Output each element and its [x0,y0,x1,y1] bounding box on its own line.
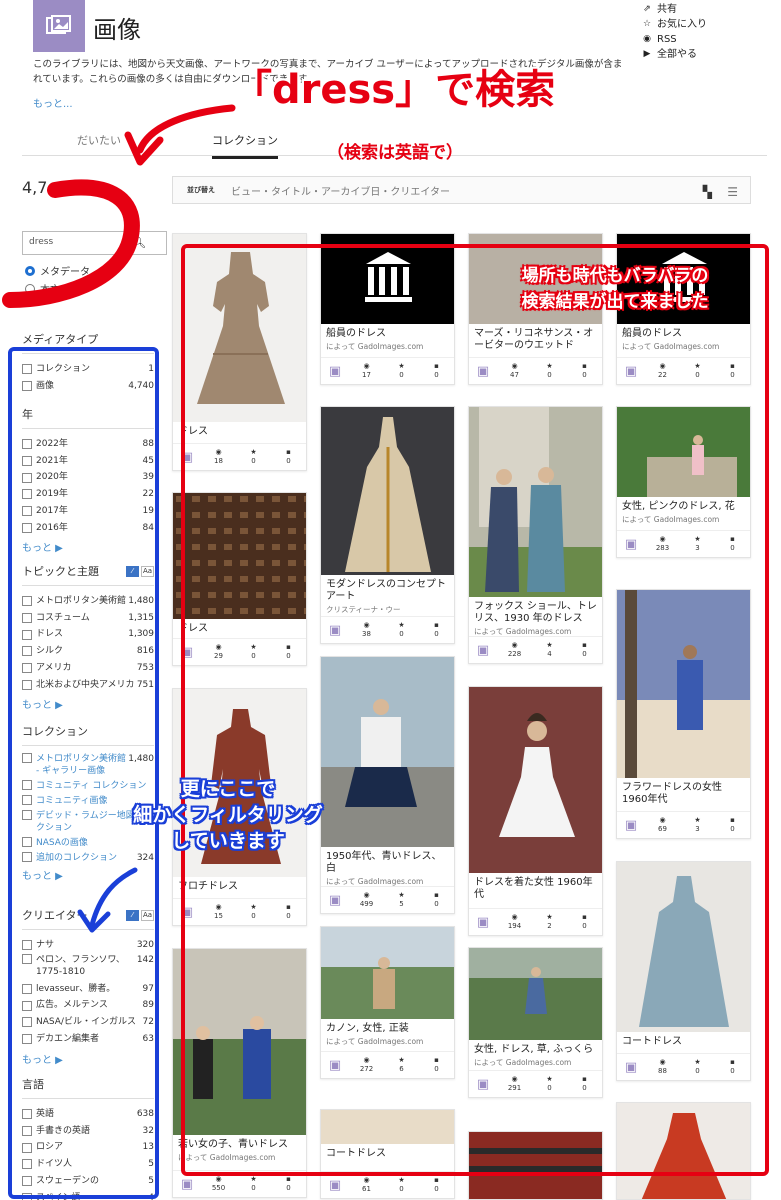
rss-action[interactable]: ◉ RSS [642,32,707,47]
sort-bar: 並び替え ビュー・タイトル・アーカイブ日・クリエイター ▚ ☰ [172,176,751,204]
collection-image-icon [33,0,85,52]
views-stat: ◉ 550 [211,1175,226,1192]
annotation-filter: 更にここで 細かくフィルタリング していきます [133,778,323,852]
share-action[interactable]: ⇗ 共有 [642,2,707,17]
filter-highlight-frame [8,347,159,1199]
rss-icon: ◉ [643,34,651,44]
favorites-stat: ★ 0 [398,1176,405,1193]
results-highlight-frame [181,244,769,1176]
play-icon: ▶ [643,49,651,59]
list-view-icon[interactable]: ☰ [727,185,738,199]
favorite-action[interactable]: ☆ お気に入り [642,17,707,32]
search-box: 🔍︎ [22,231,167,255]
radio-dot [25,265,35,276]
comment-icon: ▪ [434,1176,439,1184]
image-type-icon: ▣ [328,1177,342,1193]
search-icon[interactable]: 🔍︎ [132,236,146,249]
sort-label: 並び替え [187,186,215,194]
star-icon: ★ [250,1175,257,1183]
annotation-english: （検索は英語で） [327,143,463,163]
top-actions: ⇗ 共有 ☆ お気に入り ◉ RSS ▶ 全部やる [642,2,707,62]
play-all-action[interactable]: ▶ 全部やる [642,47,707,62]
share-icon: ⇗ [643,4,651,14]
annotation-results: 場所も時代もバラバラの 検索結果が出て来ました [521,266,709,312]
grid-view-icon[interactable]: ▚ [703,185,712,199]
sort-options[interactable]: ビュー・タイトル・アーカイブ日・クリエイター [231,183,450,198]
search-input[interactable] [23,232,133,252]
star-icon: ★ [398,1176,405,1184]
tab-about[interactable]: だいたい [77,132,121,148]
annotation-search: 「dress」で検索 [232,67,556,113]
page-title: 画像 [93,16,141,44]
comment-icon: ▪ [286,1175,291,1183]
reviews-stat: ▪ 0 [286,1175,291,1192]
favorites-stat: ★ 0 [250,1175,257,1192]
more-link[interactable]: もっと... [33,95,73,110]
views-stat: ◉ 61 [362,1176,371,1193]
reviews-stat: ▪ 0 [434,1176,439,1193]
radio-dot [25,283,35,294]
radio-metadata[interactable]: メタデータ [25,263,90,278]
eye-icon: ◉ [215,1175,222,1183]
image-type-icon: ▣ [180,1176,194,1192]
result-count: 4,7 [22,178,48,197]
eye-icon: ◉ [363,1176,370,1184]
radio-fulltext[interactable]: 本文 [25,281,60,296]
star-icon: ☆ [642,19,652,29]
